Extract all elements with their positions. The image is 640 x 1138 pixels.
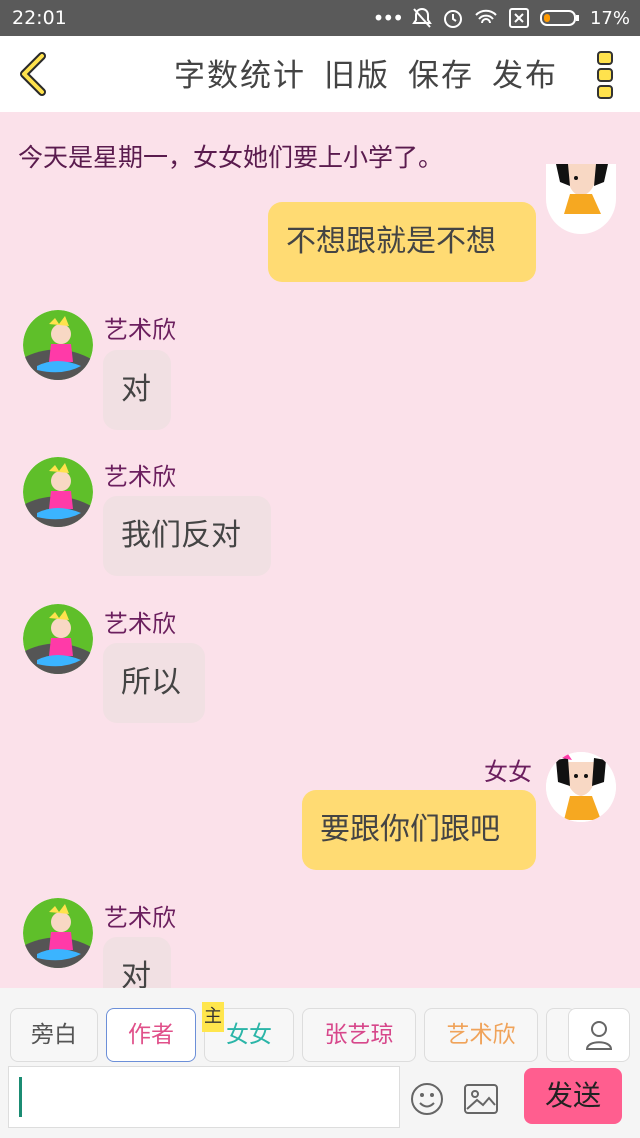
person-icon (585, 1021, 613, 1050)
role-label: 女女 (226, 1022, 272, 1048)
role-chip-yishuxin[interactable]: 艺术欣 (424, 1008, 538, 1062)
message-bubble[interactable]: 要跟你们跟吧 (302, 790, 536, 870)
role-chip-zhangyiqiong[interactable]: 张艺琼 (302, 1008, 416, 1062)
emoji-icon[interactable] (410, 1082, 444, 1116)
avatar-yishuxin[interactable] (23, 604, 93, 674)
save-button[interactable]: 保存 (408, 50, 474, 95)
role-label: 张艺琼 (324, 1022, 394, 1048)
editor-toolbar: 字数统计 旧版 保存 发布 (0, 36, 640, 112)
role-label: 旁白 (31, 1022, 77, 1048)
compose-panel: 旁白 作者 女女 主 张艺琼 艺术欣 发送 (0, 988, 640, 1138)
message-bubble[interactable]: 对 (103, 350, 171, 430)
old-version-button[interactable]: 旧版 (324, 50, 390, 95)
avatar-yishuxin[interactable] (23, 898, 93, 968)
sender-name: 艺术欣 (104, 316, 176, 344)
role-chip-narrator[interactable]: 旁白 (10, 1008, 98, 1062)
mute-bell-icon (412, 7, 432, 28)
role-chip-author[interactable]: 作者 (106, 1008, 196, 1062)
text-caret (19, 1077, 22, 1117)
avatar-yishuxin[interactable] (23, 457, 93, 527)
status-time: 22:01 (12, 7, 67, 29)
message-bubble[interactable]: 不想跟就是不想 (268, 202, 536, 282)
no-sim-icon (508, 8, 529, 28)
avatar-nvnv[interactable] (546, 164, 616, 234)
back-arrow-icon[interactable] (14, 52, 54, 96)
role-label: 作者 (128, 1022, 174, 1048)
role-selector: 旁白 作者 女女 主 张艺琼 艺术欣 (0, 1002, 640, 1066)
add-role-button[interactable] (568, 1008, 630, 1062)
host-badge: 主 (202, 1002, 224, 1032)
message-input[interactable] (8, 1066, 400, 1128)
send-button[interactable]: 发送 (524, 1068, 622, 1124)
sender-name: 艺术欣 (104, 904, 176, 932)
more-dots-icon: ••• (372, 6, 404, 30)
more-menu-icon[interactable] (596, 50, 616, 100)
message-bubble[interactable]: 对 (103, 937, 171, 988)
chat-area[interactable]: 今天是星期一，女女她们要上小学了。 不想跟就是不想 艺术欣 对 艺术欣 我们反对… (0, 112, 640, 988)
status-icons: ••• 17% (373, 6, 630, 30)
publish-button[interactable]: 发布 (492, 50, 558, 95)
avatar-yishuxin[interactable] (23, 310, 93, 380)
word-count-button[interactable]: 字数统计 (174, 50, 306, 95)
alarm-icon (443, 10, 462, 28)
message-bubble[interactable]: 我们反对 (103, 496, 271, 576)
image-icon[interactable] (464, 1084, 498, 1114)
status-bar: 22:01 ••• 17% (0, 0, 640, 36)
narration-text: 今天是星期一，女女她们要上小学了。 (18, 143, 444, 172)
wifi-icon (475, 9, 497, 24)
message-bubble[interactable]: 所以 (103, 643, 205, 723)
sender-name: 艺术欣 (104, 463, 176, 491)
avatar-nvnv[interactable] (546, 752, 616, 822)
battery-percent: 17% (589, 7, 630, 29)
role-label: 艺术欣 (446, 1022, 516, 1048)
sender-name: 女女 (484, 758, 532, 786)
battery-icon (539, 10, 579, 26)
sender-name: 艺术欣 (104, 610, 176, 638)
